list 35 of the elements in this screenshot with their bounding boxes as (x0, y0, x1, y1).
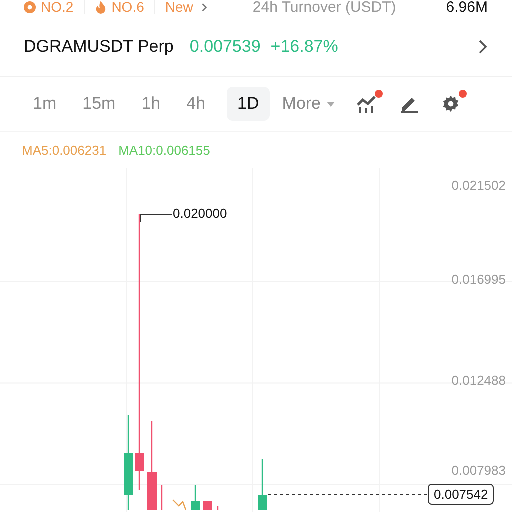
more-dropdown[interactable]: More (282, 94, 336, 114)
interval-tab[interactable]: 1D (226, 87, 270, 121)
symbol-name: DGRAMUSDT Perp (24, 37, 174, 57)
flame-icon (94, 0, 107, 14)
high-price-label: 0.020000 (173, 206, 228, 221)
turnover-label: 24h Turnover (USDT) (252, 0, 396, 16)
candlestick (258, 459, 267, 510)
interval-tab[interactable]: 15m (72, 87, 127, 121)
moving-average-line (172, 500, 187, 510)
price-change: +16.87% (270, 37, 338, 57)
rank-label[interactable]: NO.6 (94, 0, 144, 15)
interval-tab[interactable]: 1m (22, 87, 68, 121)
leader-line (140, 214, 172, 222)
turnover-value: 6.96M (446, 0, 488, 16)
candlestick (161, 485, 163, 510)
chevron-right-icon[interactable] (478, 39, 488, 55)
interval-tab[interactable]: 4h (176, 87, 217, 121)
moving-average-label: MA10:0.006155 (118, 142, 210, 158)
rank-label[interactable]: NO.2 (24, 0, 74, 15)
axis-label: 0.016995 (452, 272, 506, 287)
moving-average-label: MA5:0.006231 (22, 142, 107, 158)
axis-label: 0.012488 (452, 373, 506, 388)
settings-icon[interactable] (441, 95, 462, 113)
rank-label[interactable]: New (165, 0, 194, 15)
candlestick (191, 485, 200, 510)
caret-icon (327, 102, 336, 106)
pencil-icon[interactable] (399, 95, 420, 113)
chevron-right-icon[interactable] (201, 2, 208, 12)
interval-tab[interactable]: 1h (130, 87, 172, 121)
last-price: 0.007539 (190, 37, 261, 57)
candlestick (217, 506, 219, 510)
last-price-tag: 0.007542 (428, 484, 494, 505)
chart-indicator-icon[interactable] (357, 95, 378, 113)
axis-label: 0.021502 (452, 178, 506, 193)
axis-label: 0.007983 (452, 463, 506, 478)
